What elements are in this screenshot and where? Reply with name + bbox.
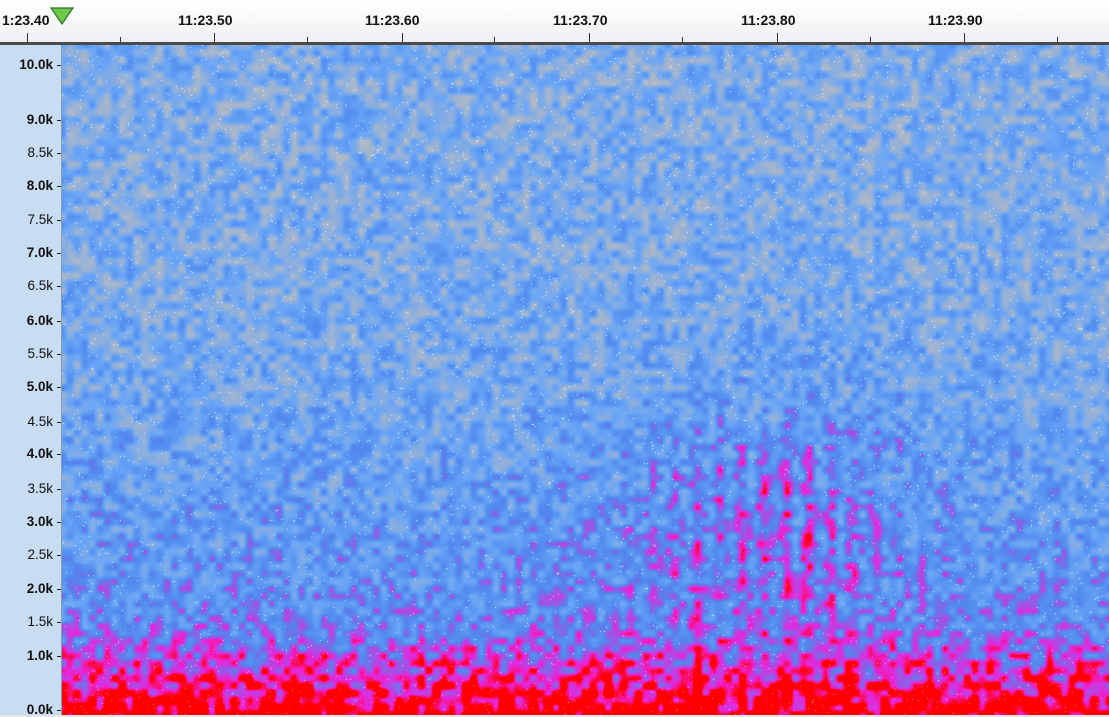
frequency-ruler: 10.0k 9.0k 8.5k 8.0k 7.5k 7.0k 6.5k 6.0k 5.5k 5.0…	[0, 45, 62, 717]
timeline-ruler[interactable]: 1:23.40 11:23.50 11:23.60 11:23.70 11:23…	[0, 0, 1109, 42]
frequency-label: 8.0k	[26, 178, 53, 193]
frequency-label: 1.5k	[27, 614, 53, 629]
time-label: 11:23.90	[928, 12, 983, 28]
frequency-tick	[57, 489, 61, 490]
frequency-tick	[57, 387, 61, 388]
frequency-label: 5.5k	[27, 346, 53, 361]
frequency-tick	[57, 354, 61, 355]
frequency-label: 4.0k	[26, 446, 53, 461]
spectrogram-view[interactable]	[62, 45, 1109, 715]
frequency-label: 10.0k	[19, 57, 53, 72]
frequency-label: 1.0k	[26, 648, 53, 663]
major-tick	[402, 33, 403, 42]
frequency-tick	[57, 253, 61, 254]
major-tick	[214, 33, 215, 42]
frequency-label: 3.0k	[26, 514, 53, 529]
frequency-tick	[57, 422, 61, 423]
major-tick	[777, 33, 778, 42]
frequency-tick	[57, 65, 61, 66]
play-position-triangle-icon[interactable]	[48, 6, 76, 26]
frequency-tick	[57, 286, 61, 287]
frequency-label: 8.5k	[27, 145, 53, 160]
frequency-label: 2.5k	[27, 547, 53, 562]
frequency-tick	[57, 120, 61, 121]
frequency-tick	[57, 656, 61, 657]
frequency-label: 5.0k	[26, 379, 53, 394]
frequency-tick	[57, 153, 61, 154]
frequency-label: 7.5k	[27, 212, 53, 227]
frequency-tick	[57, 622, 61, 623]
frequency-label: 6.0k	[26, 313, 53, 328]
frequency-label: 6.5k	[27, 278, 53, 293]
major-tick	[964, 33, 965, 42]
time-label: 11:23.50	[178, 12, 233, 28]
major-tick	[589, 33, 590, 42]
time-label: 11:23.80	[741, 12, 796, 28]
frequency-tick	[57, 555, 61, 556]
frequency-tick	[57, 321, 61, 322]
frequency-tick	[57, 522, 61, 523]
frequency-label: 9.0k	[26, 112, 53, 127]
frequency-label: 0.0k	[26, 702, 53, 717]
frequency-label: 2.0k	[26, 581, 53, 596]
time-label: 1:23.40	[2, 12, 50, 28]
frequency-label: 3.5k	[27, 481, 53, 496]
frequency-tick	[57, 220, 61, 221]
frequency-tick	[57, 710, 61, 711]
frequency-label: 7.0k	[26, 245, 53, 260]
major-tick	[27, 33, 28, 42]
time-label: 11:23.60	[365, 12, 420, 28]
time-label: 11:23.70	[553, 12, 608, 28]
frequency-tick	[57, 589, 61, 590]
frequency-tick	[57, 454, 61, 455]
frequency-label: 4.5k	[27, 414, 53, 429]
frequency-tick	[57, 186, 61, 187]
